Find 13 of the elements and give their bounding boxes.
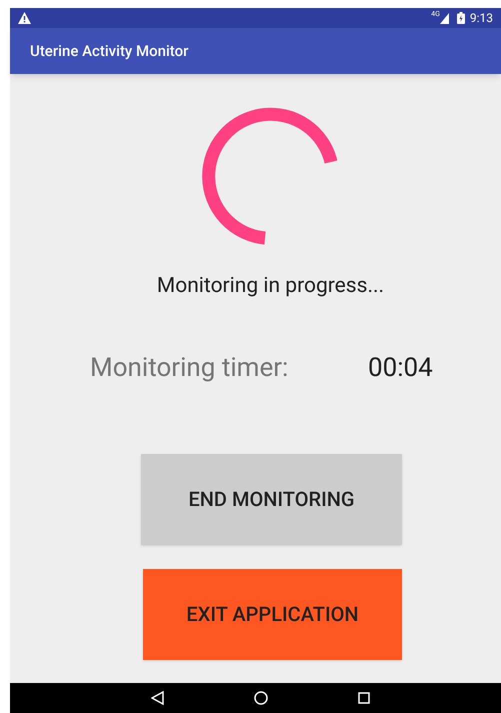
- back-icon[interactable]: [151, 691, 164, 705]
- battery-icon: [456, 12, 465, 24]
- action-button[interactable]: END MONITORING: [141, 454, 402, 544]
- home-icon[interactable]: [254, 691, 268, 705]
- signal-icon: [440, 12, 449, 24]
- warning-icon: [18, 12, 31, 24]
- recents-icon[interactable]: [358, 692, 370, 704]
- action-button[interactable]: EXIT APPLICATION: [143, 568, 402, 660]
- timer-value: 00:04: [368, 352, 433, 384]
- app-title: Uterine Activity Monitor: [30, 40, 188, 62]
- status-message: Monitoring in progress...: [156, 273, 384, 300]
- timer-label: Monitoring timer:: [90, 352, 290, 384]
- status-time: 9:13: [470, 10, 493, 27]
